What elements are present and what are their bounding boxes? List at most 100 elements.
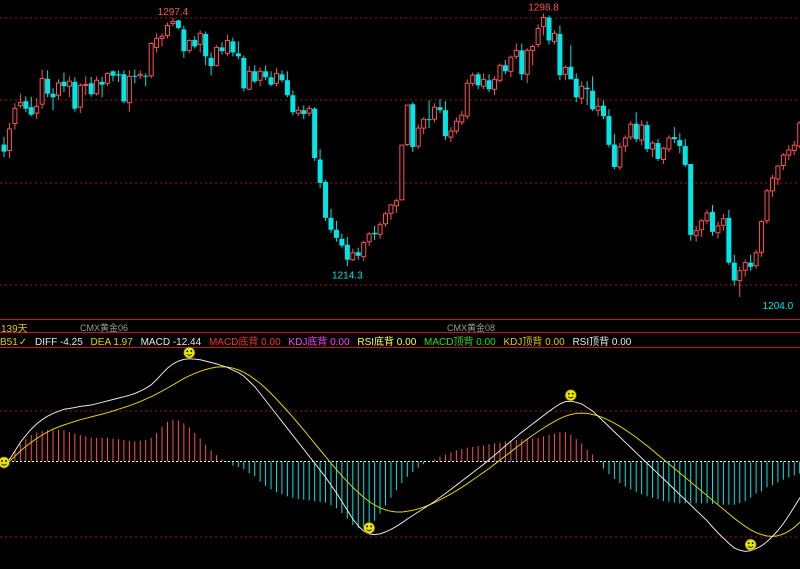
candle-body [361,242,367,258]
candle [769,175,775,197]
candle [66,76,72,98]
candle-body [110,71,116,76]
candle-body [655,143,661,159]
candle-body [486,80,492,90]
candle [88,76,94,97]
candle [655,139,661,161]
candle-body [682,146,688,165]
candle [197,30,203,53]
candle-body [1,144,7,152]
candle-body [121,74,127,102]
candle [105,72,111,87]
candle [148,42,154,79]
candle [328,208,334,233]
candle [350,248,356,262]
candle-body [328,217,334,230]
candle [317,149,323,188]
candle-body [726,217,732,263]
candle [546,15,552,45]
candle-body [99,81,105,85]
candle [710,204,715,236]
candle-body [492,78,497,90]
candle-body [306,107,312,114]
candle [786,145,792,161]
candle [519,43,525,81]
candle [121,70,127,104]
candle [688,163,694,241]
candle-body [393,200,399,207]
smiley-eye [186,350,189,353]
candle-body [230,41,236,53]
candle [791,140,797,156]
candle [720,213,726,231]
candle [268,71,274,87]
smiley-eye [5,460,7,462]
candle-body [323,181,329,218]
candle-body [268,77,274,85]
candle [290,90,296,116]
candle [323,179,329,221]
candle [159,33,165,47]
chart-canvas[interactable]: 1297.4 1298.8 1214.3 1204.0 [0,0,800,569]
candle-body [344,244,350,260]
candle-body [241,57,247,89]
candle-body [317,159,323,183]
candle-body [170,20,176,24]
candlestick-series[interactable] [1,13,800,298]
candle [208,52,214,76]
candle-body [94,79,100,95]
candle-body [475,74,481,86]
candle [393,198,399,214]
candle-body [88,83,94,95]
candle [246,66,252,91]
candle-body [404,104,410,146]
candle-body [573,78,579,98]
candle [481,73,487,90]
candle [502,60,508,75]
candle-body [508,56,514,72]
candle [579,81,585,105]
candle [573,73,579,103]
price-annotation: 1297.4 [158,7,189,18]
candle [333,220,339,242]
candle-body [590,90,596,110]
candle-body [502,65,508,72]
candle [601,100,606,120]
candle-body [105,72,111,84]
candle [388,204,394,220]
candle-body [546,17,552,41]
candle-body [759,221,765,253]
candle [731,254,737,286]
candle-body [437,107,443,111]
candle-body [115,74,121,76]
candle-body [780,154,786,166]
indicator-rsi-top-div: RSI顶背 0.00 [572,337,632,348]
candle-body [519,50,525,75]
candle-body [611,144,617,167]
candle-body [312,108,318,159]
candle [110,70,116,82]
candle [475,72,481,90]
candle [295,106,301,117]
candle-body [399,144,405,201]
candle [355,247,361,260]
candle-body [524,49,530,75]
candle-body [224,39,230,54]
candle [404,104,410,147]
smiley-face [0,456,10,469]
candle [497,63,503,83]
candle-body [72,81,78,109]
candle [274,68,279,87]
candle-body [263,71,269,78]
candle [83,76,89,96]
candle [628,121,634,141]
candle-body [595,105,601,111]
candle-body [56,82,61,96]
candle [219,42,225,55]
candle [415,124,421,150]
candle-body [481,78,487,87]
chevron-down-icon[interactable]: ✓ [19,337,27,348]
indicator-name[interactable]: B51 [0,337,18,348]
candle-body [584,87,590,90]
candle-body [83,83,89,86]
